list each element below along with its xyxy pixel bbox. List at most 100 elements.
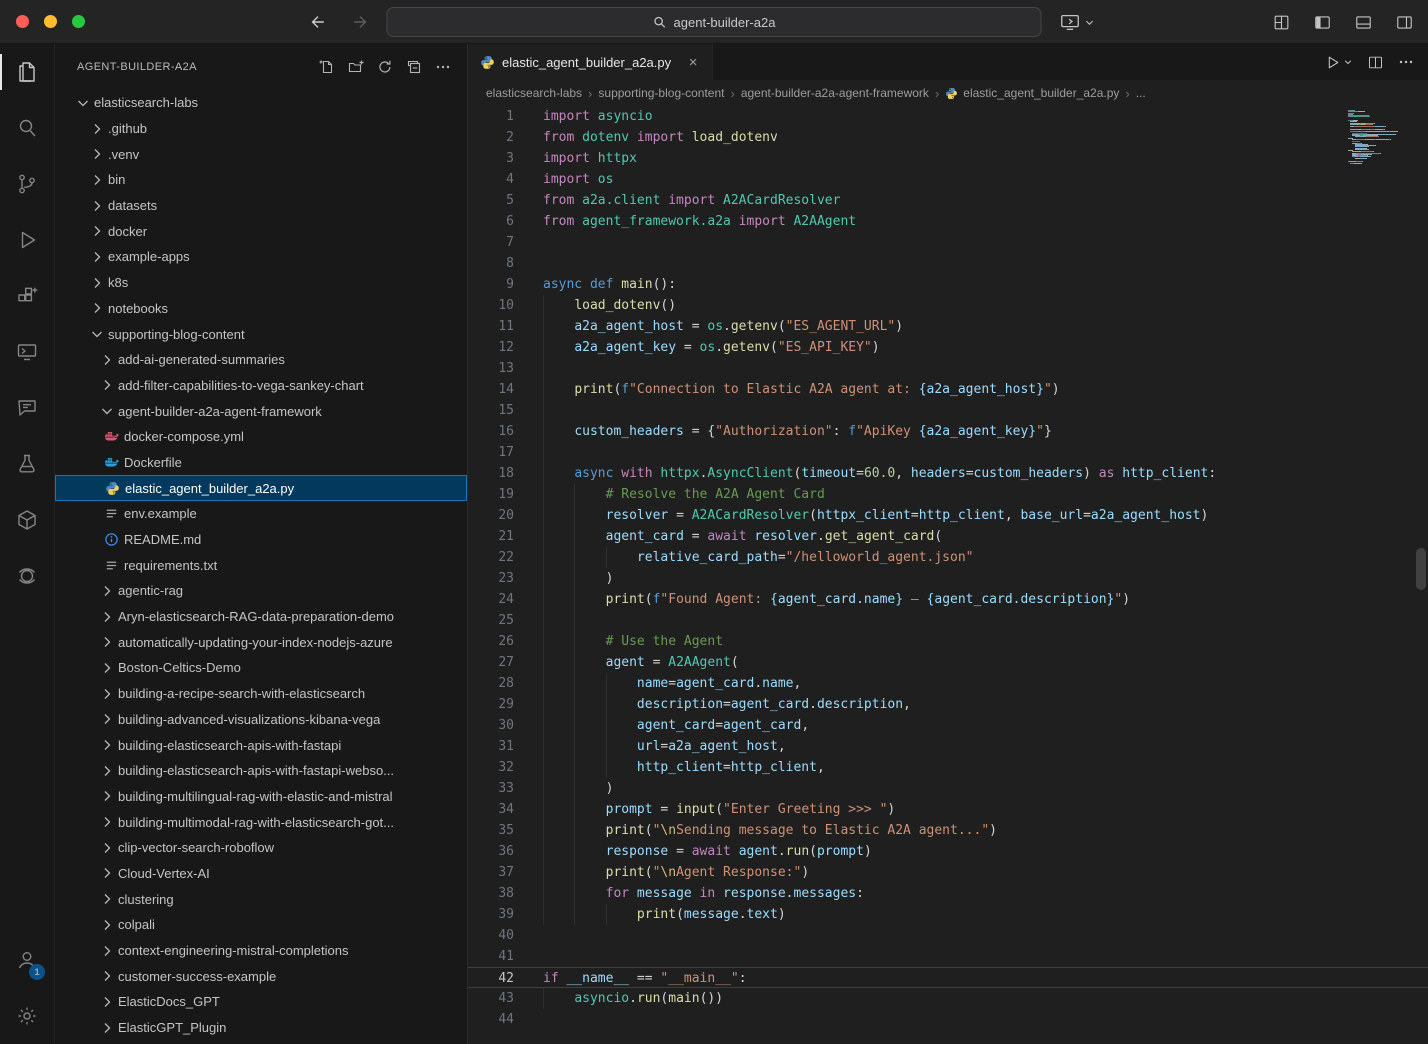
activity-bar-item-run-debug[interactable]: [0, 212, 54, 268]
tree-folder-automatically-updating-your-index-nodejs-azure[interactable]: automatically-updating-your-index-nodejs…: [55, 629, 467, 655]
code-line-22[interactable]: 22 relative_card_path="/helloworld_agent…: [468, 547, 1428, 568]
tree-folder-building-elasticsearch-apis-with-fastapi-webso-[interactable]: building-elasticsearch-apis-with-fastapi…: [55, 758, 467, 784]
tree-folder-example-apps[interactable]: example-apps: [55, 244, 467, 270]
tree-folder-cloud-vertex-ai[interactable]: Cloud-Vertex-AI: [55, 861, 467, 887]
code-line-30[interactable]: 30 agent_card=agent_card,: [468, 715, 1428, 736]
activity-bar-item-containers[interactable]: [0, 492, 54, 548]
code-line-19[interactable]: 19 # Resolve the A2A Agent Card: [468, 484, 1428, 505]
code-line-3[interactable]: 3import httpx: [468, 148, 1428, 169]
toggle-secondary-sidebar-icon[interactable]: [1395, 13, 1414, 32]
collapse-all-icon[interactable]: [406, 59, 422, 75]
code-line-37[interactable]: 37 print("\nAgent Response:"): [468, 862, 1428, 883]
tree-file-readme-md[interactable]: README.md: [55, 527, 467, 553]
more-icon[interactable]: [435, 59, 451, 75]
activity-bar-item-accounts[interactable]: 1: [0, 932, 54, 988]
code-line-13[interactable]: 13: [468, 358, 1428, 379]
tree-folder-building-multilingual-rag-with-elastic-and-mistral[interactable]: building-multilingual-rag-with-elastic-a…: [55, 784, 467, 810]
tree-folder-clustering[interactable]: clustering: [55, 886, 467, 912]
tab-elastic-agent-builder-a2a-py[interactable]: elastic_agent_builder_a2a.py ×: [468, 44, 713, 80]
tree-folder-k8s[interactable]: k8s: [55, 270, 467, 296]
activity-bar-item-explorer[interactable]: [0, 44, 54, 100]
minimap[interactable]: [1348, 110, 1414, 165]
tree-file-dockerfile[interactable]: Dockerfile: [55, 450, 467, 476]
activity-bar-item-settings[interactable]: [0, 988, 54, 1044]
code-line-12[interactable]: 12 a2a_agent_key = os.getenv("ES_API_KEY…: [468, 337, 1428, 358]
back-icon[interactable]: [307, 11, 329, 33]
code-line-27[interactable]: 27 agent = A2AAgent(: [468, 652, 1428, 673]
code-line-23[interactable]: 23 ): [468, 568, 1428, 589]
new-file-icon[interactable]: [319, 59, 335, 75]
toggle-panel-icon[interactable]: [1354, 13, 1373, 32]
customize-layout-icon[interactable]: [1272, 13, 1291, 32]
breadcrumb-item[interactable]: elastic_agent_builder_a2a.py: [945, 86, 1119, 100]
more-actions-icon[interactable]: [1398, 54, 1414, 70]
code-line-7[interactable]: 7: [468, 232, 1428, 253]
activity-bar-item-jupyter[interactable]: [0, 548, 54, 604]
code-line-32[interactable]: 32 http_client=http_client,: [468, 757, 1428, 778]
code-line-4[interactable]: 4import os: [468, 169, 1428, 190]
code-line-11[interactable]: 11 a2a_agent_host = os.getenv("ES_AGENT_…: [468, 316, 1428, 337]
tree-folder--venv[interactable]: .venv: [55, 141, 467, 167]
code-line-42[interactable]: 42if __name__ == "__main__":: [468, 967, 1428, 988]
code-line-18[interactable]: 18 async with httpx.AsyncClient(timeout=…: [468, 463, 1428, 484]
code-line-41[interactable]: 41: [468, 946, 1428, 967]
minimize-window-button[interactable]: [44, 15, 57, 28]
scrollbar-thumb[interactable]: [1416, 548, 1426, 590]
tree-folder-customer-success-example[interactable]: customer-success-example: [55, 963, 467, 989]
tree-file-docker-compose-yml[interactable]: docker-compose.yml: [55, 424, 467, 450]
tree-folder-agentic-rag[interactable]: agentic-rag: [55, 578, 467, 604]
run-python-file-icon[interactable]: [1324, 54, 1353, 71]
code-line-14[interactable]: 14 print(f"Connection to Elastic A2A age…: [468, 379, 1428, 400]
tree-folder-context-engineering-mistral-completions[interactable]: context-engineering-mistral-completions: [55, 938, 467, 964]
zoom-window-button[interactable]: [72, 15, 85, 28]
code-line-1[interactable]: 1import asyncio: [468, 106, 1428, 127]
activity-bar-item-testing[interactable]: [0, 436, 54, 492]
tree-folder-supporting-blog-content[interactable]: supporting-blog-content: [55, 321, 467, 347]
activity-bar-item-search[interactable]: [0, 100, 54, 156]
tree-folder-datasets[interactable]: datasets: [55, 193, 467, 219]
code-line-43[interactable]: 43 asyncio.run(main()): [468, 988, 1428, 1009]
tree-folder-agent-builder-a2a-agent-framework[interactable]: agent-builder-a2a-agent-framework: [55, 398, 467, 424]
tree-folder-elasticsearch-labs[interactable]: elasticsearch-labs: [55, 90, 467, 116]
tree-folder--github[interactable]: .github: [55, 116, 467, 142]
code-line-39[interactable]: 39 print(message.text): [468, 904, 1428, 925]
command-center-search[interactable]: agent-builder-a2a: [387, 7, 1042, 37]
code-line-40[interactable]: 40: [468, 925, 1428, 946]
tree-folder-bin[interactable]: bin: [55, 167, 467, 193]
activity-bar-item-source-control[interactable]: [0, 156, 54, 212]
code-line-9[interactable]: 9async def main():: [468, 274, 1428, 295]
code-line-26[interactable]: 26 # Use the Agent: [468, 631, 1428, 652]
code-line-28[interactable]: 28 name=agent_card.name,: [468, 673, 1428, 694]
remote-window-icon[interactable]: [1059, 11, 1095, 33]
code-line-29[interactable]: 29 description=agent_card.description,: [468, 694, 1428, 715]
code-line-10[interactable]: 10 load_dotenv(): [468, 295, 1428, 316]
refresh-icon[interactable]: [377, 59, 393, 75]
tree-folder-add-filter-capabilities-to-vega-sankey-chart[interactable]: add-filter-capabilities-to-vega-sankey-c…: [55, 373, 467, 399]
new-folder-icon[interactable]: [348, 59, 364, 75]
tree-file-env-example[interactable]: env.example: [55, 501, 467, 527]
tree-folder-elasticgpt-plugin[interactable]: ElasticGPT_Plugin: [55, 1015, 467, 1041]
code-line-20[interactable]: 20 resolver = A2ACardResolver(httpx_clie…: [468, 505, 1428, 526]
activity-bar-item-remote-explorer[interactable]: [0, 324, 54, 380]
toggle-primary-sidebar-icon[interactable]: [1313, 13, 1332, 32]
tree-folder-notebooks[interactable]: notebooks: [55, 296, 467, 322]
code-line-34[interactable]: 34 prompt = input("Enter Greeting >>> "): [468, 799, 1428, 820]
code-line-35[interactable]: 35 print("\nSending message to Elastic A…: [468, 820, 1428, 841]
code-line-2[interactable]: 2from dotenv import load_dotenv: [468, 127, 1428, 148]
code-line-16[interactable]: 16 custom_headers = {"Authorization": f"…: [468, 421, 1428, 442]
code-line-24[interactable]: 24 print(f"Found Agent: {agent_card.name…: [468, 589, 1428, 610]
tree-file-elastic-agent-builder-a2a-py[interactable]: elastic_agent_builder_a2a.py: [55, 475, 467, 501]
tree-folder-docker[interactable]: docker: [55, 218, 467, 244]
code-line-5[interactable]: 5from a2a.client import A2ACardResolver: [468, 190, 1428, 211]
tree-folder-building-advanced-visualizations-kibana-vega[interactable]: building-advanced-visualizations-kibana-…: [55, 707, 467, 733]
breadcrumb-item[interactable]: ...: [1136, 86, 1146, 100]
code-line-38[interactable]: 38 for message in response.messages:: [468, 883, 1428, 904]
code-line-21[interactable]: 21 agent_card = await resolver.get_agent…: [468, 526, 1428, 547]
code-editor[interactable]: 1import asyncio2from dotenv import load_…: [468, 106, 1428, 1044]
code-line-44[interactable]: 44: [468, 1009, 1428, 1030]
tree-folder-building-a-recipe-search-with-elasticsearch[interactable]: building-a-recipe-search-with-elasticsea…: [55, 681, 467, 707]
tree-folder-add-ai-generated-summaries[interactable]: add-ai-generated-summaries: [55, 347, 467, 373]
tree-folder-aryn-elasticsearch-rag-data-preparation-demo[interactable]: Aryn-elasticsearch-RAG-data-preparation-…: [55, 604, 467, 630]
breadcrumb-item[interactable]: agent-builder-a2a-agent-framework: [741, 86, 929, 100]
close-tab-icon[interactable]: ×: [684, 54, 702, 71]
